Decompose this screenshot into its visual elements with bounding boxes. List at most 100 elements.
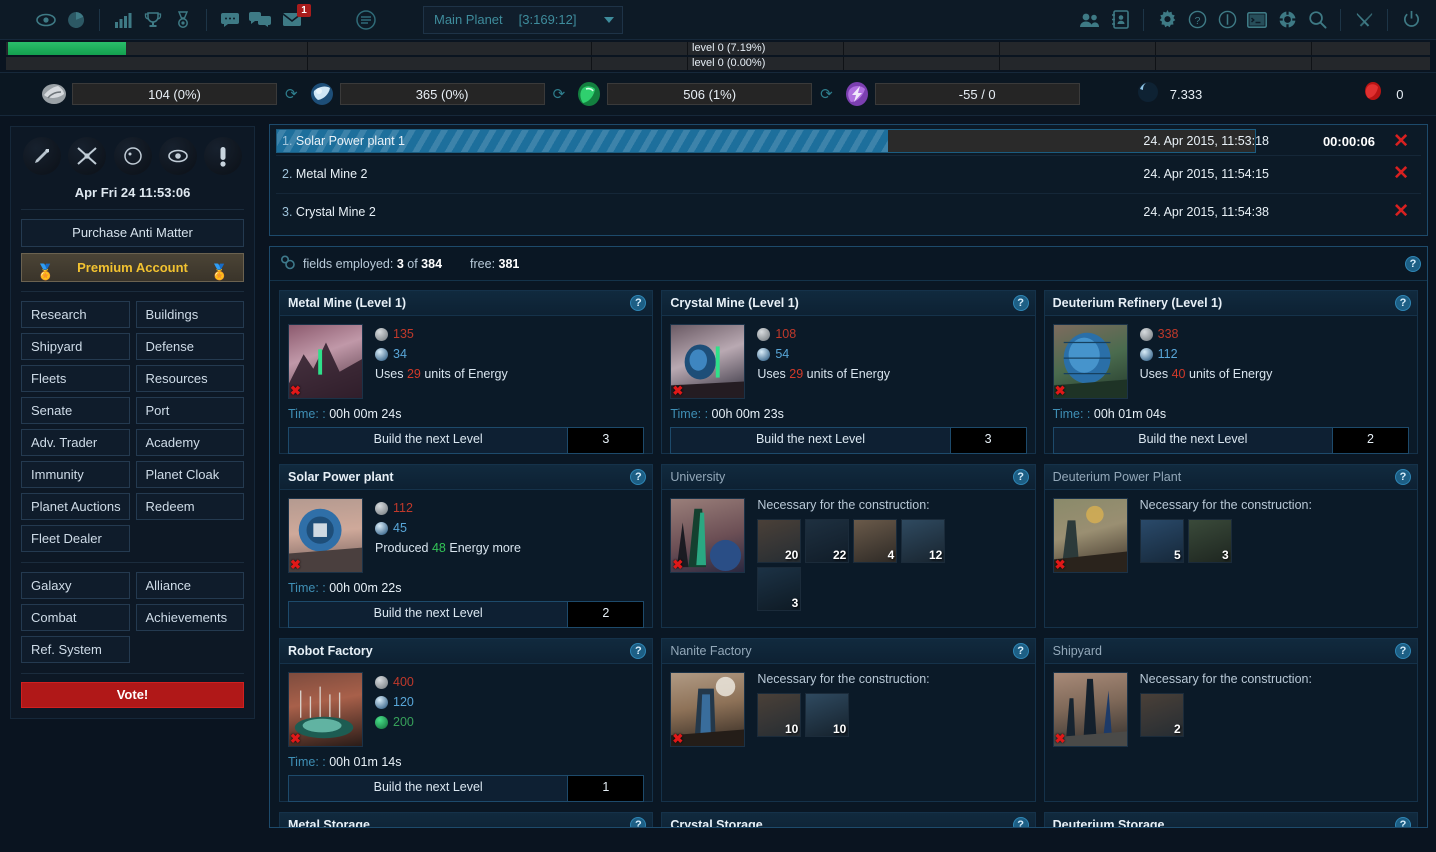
sidebar-item-fleets[interactable]: Fleets <box>21 365 130 392</box>
sidebar-item-research[interactable]: Research <box>21 301 130 328</box>
sidebar-item-achievements[interactable]: Achievements <box>136 604 245 631</box>
sidebar-item-academy[interactable]: Academy <box>136 429 245 456</box>
trophy-icon[interactable] <box>138 0 168 40</box>
req-deut-refinery[interactable]: 5 <box>1140 519 1184 563</box>
sidebar-item-buildings[interactable]: Buildings <box>136 301 245 328</box>
hamburger-circle-icon[interactable] <box>351 0 381 40</box>
lifebuoy-icon[interactable] <box>1272 0 1302 40</box>
demolish-icon[interactable]: ✖ <box>672 732 683 745</box>
build-next-level-button[interactable]: Build the next Level <box>289 428 567 453</box>
eye-icon[interactable] <box>31 0 61 40</box>
sidebar-item-resources[interactable]: Resources <box>136 365 245 392</box>
university-thumb[interactable]: ✖ <box>670 498 745 573</box>
req-terraformer[interactable]: 3 <box>757 567 801 611</box>
sidebar-item-port[interactable]: Port <box>136 397 245 424</box>
vote-button[interactable]: Vote! <box>21 682 244 708</box>
demolish-icon[interactable]: ✖ <box>1055 732 1066 745</box>
build-next-level-button[interactable]: Build the next Level <box>671 428 949 453</box>
power-icon[interactable] <box>1396 0 1426 40</box>
help-icon[interactable]: ? <box>1013 295 1029 311</box>
sidebar-item-ref-system[interactable]: Ref. System <box>21 636 130 663</box>
deuterium-refinery-thumb[interactable]: ✖ <box>1053 324 1128 399</box>
crystal-mine-thumb[interactable]: ✖ <box>670 324 745 399</box>
bar-chart-icon[interactable] <box>108 0 138 40</box>
build-quantity-input[interactable]: 3 <box>567 428 643 453</box>
build-quantity-input[interactable]: 3 <box>950 428 1026 453</box>
solar-power-plant-thumb[interactable]: ✖ <box>288 498 363 573</box>
crystal-value[interactable]: 365 (0%) <box>340 83 545 105</box>
deuterium-value[interactable]: 506 (1%) <box>607 83 812 105</box>
pie-chart-icon[interactable] <box>61 0 91 40</box>
queue-row[interactable]: 2. Metal Mine 2 24. Apr 2015, 11:54:15 ✕ <box>276 155 1421 191</box>
sidebar-item-combat[interactable]: Combat <box>21 604 130 631</box>
robot-factory-thumb[interactable]: ✖ <box>288 672 363 747</box>
purchase-anti-matter-button[interactable]: Purchase Anti Matter <box>21 219 244 247</box>
req-robot-factory[interactable]: 20 <box>757 519 801 563</box>
refresh-metal-icon[interactable]: ⟳ <box>285 85 298 103</box>
demolish-icon[interactable]: ✖ <box>290 384 301 397</box>
help-icon[interactable]: ? <box>1395 469 1411 485</box>
help-icon[interactable]: ? <box>630 295 646 311</box>
help-icon[interactable]: ? <box>1013 643 1029 659</box>
friends-icon[interactable] <box>1075 0 1105 40</box>
help-icon[interactable]: ? <box>630 469 646 485</box>
demolish-icon[interactable]: ✖ <box>290 558 301 571</box>
sidebar-item-immunity[interactable]: Immunity <box>21 461 130 488</box>
nanite-factory-thumb[interactable]: ✖ <box>670 672 745 747</box>
cancel-queue-item-icon[interactable]: ✕ <box>1393 132 1409 151</box>
tools-icon[interactable] <box>1349 0 1379 40</box>
shipyard-thumb[interactable]: ✖ <box>1053 672 1128 747</box>
build-quantity-input[interactable]: 2 <box>567 602 643 627</box>
metal-mine-thumb[interactable]: ✖ <box>288 324 363 399</box>
info-circle-icon[interactable] <box>1212 0 1242 40</box>
help-icon[interactable]: ? <box>1395 643 1411 659</box>
help-circle-icon[interactable]: ? <box>1182 0 1212 40</box>
planet-selector[interactable]: Main Planet [3:169:12] <box>423 6 623 34</box>
sidebar-item-planet-auctions[interactable]: Planet Auctions <box>21 493 130 520</box>
mail-icon[interactable]: 1 <box>275 0 311 40</box>
help-icon[interactable]: ? <box>1395 817 1411 828</box>
req-lab[interactable]: 12 <box>901 519 945 563</box>
build-next-level-button[interactable]: Build the next Level <box>1054 428 1332 453</box>
search-icon[interactable] <box>1302 0 1332 40</box>
build-quantity-input[interactable]: 2 <box>1332 428 1408 453</box>
help-icon[interactable]: ? <box>1013 469 1029 485</box>
console-icon[interactable] <box>1242 0 1272 40</box>
demolish-icon[interactable]: ✖ <box>672 384 683 397</box>
req-shipyard[interactable]: 22 <box>805 519 849 563</box>
sidebar-item-alliance[interactable]: Alliance <box>136 572 245 599</box>
medal-icon[interactable] <box>168 0 198 40</box>
req-computer-tech[interactable]: 10 <box>805 693 849 737</box>
demolish-icon[interactable]: ✖ <box>672 558 683 571</box>
energy-value[interactable]: -55 / 0 <box>875 83 1080 105</box>
sidebar-item-senate[interactable]: Senate <box>21 397 130 424</box>
build-next-level-button[interactable]: Build the next Level <box>289 602 567 627</box>
build-quantity-input[interactable]: 1 <box>567 776 643 801</box>
metal-value[interactable]: 104 (0%) <box>72 83 277 105</box>
demolish-icon[interactable]: ✖ <box>1055 558 1066 571</box>
help-icon[interactable]: ? <box>1395 295 1411 311</box>
sidebar-item-fleet-dealer[interactable]: Fleet Dealer <box>21 525 130 552</box>
refresh-deuterium-icon[interactable]: ⟳ <box>820 85 833 103</box>
build-next-level-button[interactable]: Build the next Level <box>289 776 567 801</box>
deuterium-power-plant-thumb[interactable]: ✖ <box>1053 498 1128 573</box>
premium-account-button[interactable]: 🏅 Premium Account 🏅 <box>21 253 244 282</box>
chat-bubble-icon[interactable] <box>215 0 245 40</box>
queue-row[interactable]: 3. Crystal Mine 2 24. Apr 2015, 11:54:38… <box>276 193 1421 229</box>
sword-icon[interactable] <box>23 137 61 175</box>
address-book-icon[interactable] <box>1105 0 1135 40</box>
help-icon[interactable]: ? <box>630 643 646 659</box>
sidebar-item-galaxy[interactable]: Galaxy <box>21 572 130 599</box>
req-robot-factory[interactable]: 10 <box>757 693 801 737</box>
queue-row-active[interactable]: 1. Solar Power plant 1 24. Apr 2015, 11:… <box>276 129 1421 153</box>
help-icon[interactable]: ? <box>1405 256 1421 272</box>
sidebar-item-planet-cloak[interactable]: Planet Cloak <box>136 461 245 488</box>
help-icon[interactable]: ? <box>630 817 646 828</box>
sidebar-item-redeem[interactable]: Redeem <box>136 493 245 520</box>
sidebar-item-adv-trader[interactable]: Adv. Trader <box>21 429 130 456</box>
sidebar-item-defense[interactable]: Defense <box>136 333 245 360</box>
cancel-queue-item-icon[interactable]: ✕ <box>1393 164 1409 183</box>
eye-icon[interactable] <box>159 137 197 175</box>
moon-icon[interactable] <box>114 137 152 175</box>
req-energy-tech[interactable]: 3 <box>1188 519 1232 563</box>
